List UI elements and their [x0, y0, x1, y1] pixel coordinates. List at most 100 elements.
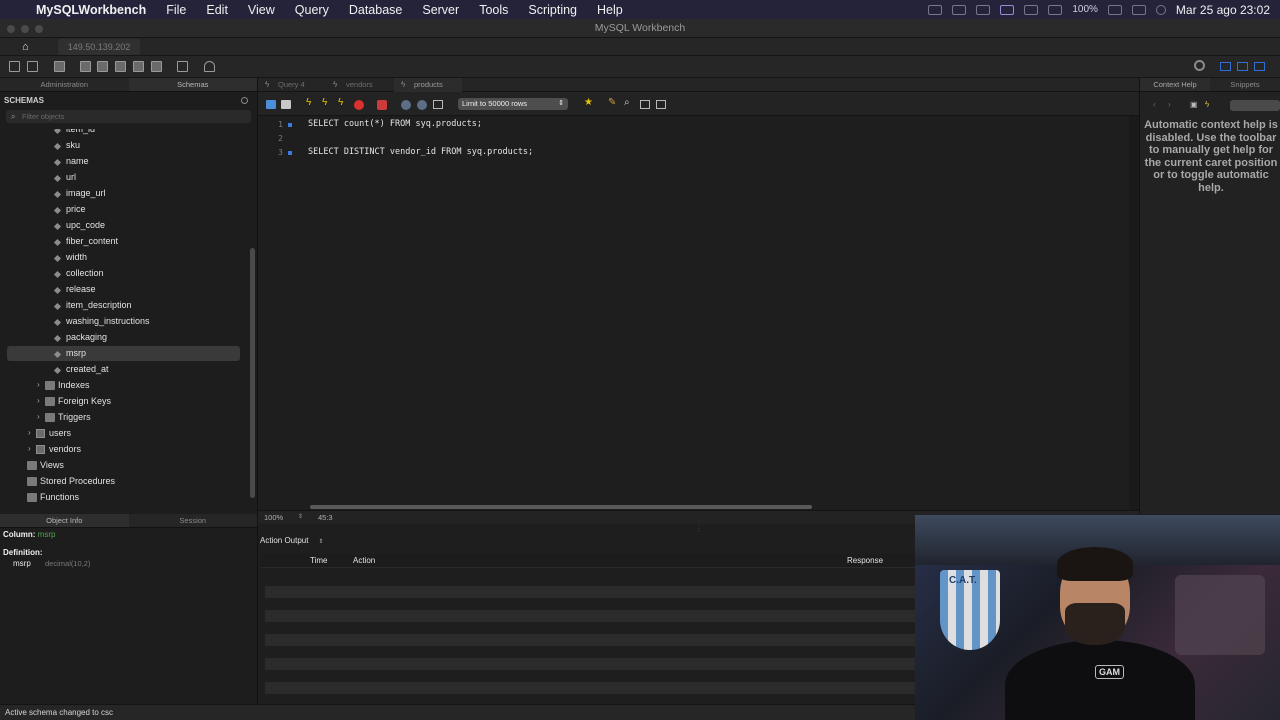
tree-table-users[interactable]: › users: [0, 426, 250, 442]
menu-query[interactable]: Query: [285, 3, 339, 17]
menu-help[interactable]: Help: [587, 3, 633, 17]
chevron-right-icon[interactable]: ›: [37, 412, 40, 421]
explain-icon[interactable]: ϟ: [338, 97, 348, 108]
tree-indexes[interactable]: › Indexes: [0, 378, 250, 394]
wrap-lines-icon[interactable]: [656, 100, 666, 109]
toggle-output-icon[interactable]: [1237, 62, 1248, 71]
wifi-icon[interactable]: [1024, 4, 1039, 15]
create-table-icon[interactable]: [97, 61, 108, 72]
tree-column-item[interactable]: packaging: [0, 330, 250, 346]
menu-view[interactable]: View: [238, 3, 285, 17]
tab-context-help[interactable]: Context Help: [1140, 78, 1210, 91]
tab-administration[interactable]: Administration: [0, 78, 129, 91]
tree-column-item[interactable]: price: [0, 202, 250, 218]
menubar-clock[interactable]: Mar 25 ago 23:02: [1176, 3, 1270, 17]
manual-help-icon[interactable]: ▣: [1190, 100, 1198, 109]
header-action[interactable]: Action: [353, 556, 375, 565]
tree-views[interactable]: Views: [0, 458, 250, 474]
zoom-level[interactable]: 100%: [264, 513, 283, 522]
tree-column-item[interactable]: item_description: [0, 298, 250, 314]
code-line[interactable]: SELECT DISTINCT vendor_id FROM syq.produ…: [308, 147, 533, 157]
refresh-icon[interactable]: [241, 97, 248, 104]
tree-column-item[interactable]: upc_code: [0, 218, 250, 234]
tree-stored-procedures[interactable]: Stored Procedures: [0, 474, 250, 490]
tab-vendors[interactable]: ϟ vendors: [326, 78, 394, 92]
minimize-window-button[interactable]: [21, 25, 29, 33]
menu-edit[interactable]: Edit: [196, 3, 238, 17]
rollback-icon[interactable]: [417, 100, 427, 110]
create-view-icon[interactable]: [115, 61, 126, 72]
tree-column-item[interactable]: collection: [0, 266, 250, 282]
tab-snippets[interactable]: Snippets: [1210, 78, 1280, 91]
status-icon[interactable]: [1048, 4, 1063, 15]
auto-help-icon[interactable]: ϟ: [1205, 100, 1209, 109]
create-schema-icon[interactable]: [80, 61, 91, 72]
menu-database[interactable]: Database: [339, 3, 413, 17]
header-time[interactable]: Time: [310, 556, 327, 565]
status-icon[interactable]: [976, 4, 991, 15]
tab-object-info[interactable]: Object Info: [0, 514, 129, 527]
tree-triggers[interactable]: › Triggers: [0, 410, 250, 426]
invisible-chars-icon[interactable]: [640, 100, 650, 109]
chevron-right-icon[interactable]: ›: [37, 380, 40, 389]
brush-icon[interactable]: ✎: [608, 97, 618, 108]
status-icon[interactable]: [928, 4, 943, 15]
code-line[interactable]: SELECT count(*) FROM syq.products;: [308, 119, 482, 129]
open-file-icon[interactable]: [266, 100, 276, 109]
create-procedure-icon[interactable]: [133, 61, 144, 72]
tab-products[interactable]: ϟ products: [394, 78, 462, 92]
tree-column-item[interactable]: created_at: [0, 362, 250, 378]
search-table-data-icon[interactable]: [177, 61, 188, 72]
beautify-icon[interactable]: ★: [584, 97, 594, 108]
execute-statement-icon[interactable]: ϟ: [322, 97, 332, 108]
gear-icon[interactable]: [1194, 60, 1205, 71]
sql-editor[interactable]: 1 SELECT count(*) FROM syq.products; 2 3…: [258, 116, 1129, 502]
stop-on-error-icon[interactable]: [377, 100, 387, 110]
tree-table-vendors[interactable]: › vendors: [0, 442, 250, 458]
forward-icon[interactable]: ›: [1168, 100, 1171, 109]
tree-foreign-keys[interactable]: › Foreign Keys: [0, 394, 250, 410]
menu-server[interactable]: Server: [412, 3, 469, 17]
tab-schemas[interactable]: Schemas: [128, 78, 257, 91]
screen-record-icon[interactable]: [1000, 4, 1015, 15]
tree-column-item[interactable]: width: [0, 250, 250, 266]
status-icon[interactable]: [952, 4, 967, 15]
zoom-stepper-icon[interactable]: ⇕: [298, 513, 303, 520]
execute-all-icon[interactable]: ϟ: [306, 97, 316, 108]
find-icon[interactable]: ⌕: [624, 97, 634, 108]
new-sql-tab-icon[interactable]: [9, 61, 20, 72]
zoom-window-button[interactable]: [35, 25, 43, 33]
help-options-button[interactable]: [1230, 100, 1280, 111]
resize-handle[interactable]: ⋮: [695, 524, 703, 533]
tree-column-item[interactable]: image_url: [0, 186, 250, 202]
home-icon[interactable]: ⌂: [22, 41, 34, 53]
tree-column-item[interactable]: url: [0, 170, 250, 186]
limit-rows-select[interactable]: Limit to 50000 rows ⇕: [458, 98, 568, 110]
editor-horizontal-scrollbar[interactable]: [310, 505, 812, 509]
back-icon[interactable]: ‹: [1153, 100, 1156, 109]
inspector-icon[interactable]: [54, 61, 65, 72]
chevron-right-icon[interactable]: ›: [37, 396, 40, 405]
save-icon[interactable]: [281, 100, 291, 109]
chevron-right-icon[interactable]: ›: [28, 444, 31, 453]
open-sql-script-icon[interactable]: [27, 61, 38, 72]
output-type-select[interactable]: Action Output ⇕: [260, 536, 324, 545]
toggle-secondary-sidebar-icon[interactable]: [1254, 62, 1265, 71]
tree-column-item-selected[interactable]: msrp: [0, 346, 250, 362]
reconnect-icon[interactable]: [204, 61, 215, 72]
tab-query-4[interactable]: ϟ Query 4: [258, 78, 326, 92]
chevron-right-icon[interactable]: ›: [28, 428, 31, 437]
stop-icon[interactable]: [354, 100, 364, 110]
create-function-icon[interactable]: [151, 61, 162, 72]
battery-icon[interactable]: [1107, 4, 1122, 15]
tree-functions[interactable]: Functions: [0, 490, 250, 506]
tab-session[interactable]: Session: [129, 514, 258, 527]
header-response[interactable]: Response: [847, 556, 883, 565]
tree-column-item[interactable]: release: [0, 282, 250, 298]
menu-tools[interactable]: Tools: [469, 3, 518, 17]
siri-icon[interactable]: [1155, 4, 1166, 15]
menu-scripting[interactable]: Scripting: [518, 3, 587, 17]
filter-objects-input[interactable]: [22, 110, 242, 123]
app-menu[interactable]: MySQLWorkbench: [34, 3, 156, 17]
tree-column-item[interactable]: name: [0, 154, 250, 170]
